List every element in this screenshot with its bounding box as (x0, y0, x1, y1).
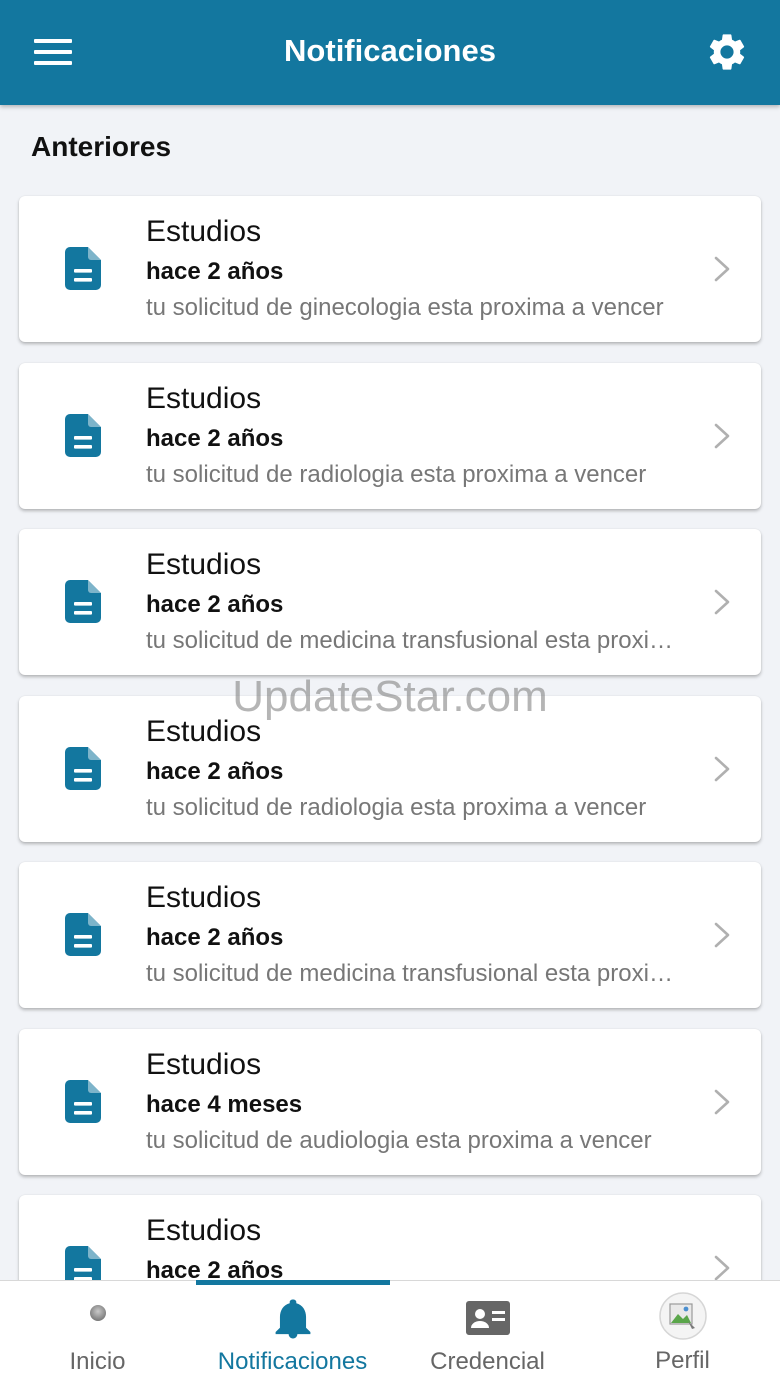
app-header: Notificaciones (0, 0, 780, 105)
notification-time: hace 2 años (146, 924, 284, 951)
chevron-right-icon (714, 922, 730, 948)
notification-card[interactable]: Estudios hace 4 meses tu solicitud de au… (19, 1028, 761, 1175)
nav-label-perfil: Perfil (655, 1347, 710, 1374)
notification-title: Estudios (146, 1047, 262, 1081)
nav-item-credencial[interactable]: Credencial (390, 1281, 585, 1387)
notification-time: hace 2 años (146, 591, 284, 618)
chevron-right-icon (714, 1255, 730, 1281)
notification-title: Estudios (146, 215, 262, 248)
notification-card[interactable]: Estudios hace 2 años tu solicitud de med… (19, 862, 761, 1008)
bottom-nav: Inicio Notificaciones Credencial Perfil (0, 1280, 780, 1387)
notification-message: tu solicitud de radiologia esta proxima … (146, 460, 647, 488)
chevron-right-icon (714, 256, 730, 282)
notification-card[interactable]: Estudios hace 2 años tu solicitud de gin… (19, 196, 761, 342)
id-card-icon (465, 1301, 510, 1335)
notification-time: hace 4 meses (146, 1090, 303, 1118)
notification-card[interactable]: Estudios hace 2 años tu solicitud de rad… (19, 362, 761, 509)
nav-item-perfil[interactable]: Perfil (585, 1281, 780, 1387)
chevron-right-icon (714, 589, 730, 615)
notification-time: hace 2 años (146, 424, 284, 452)
nav-item-inicio[interactable]: Inicio (0, 1281, 195, 1387)
notification-message: tu solicitud de radiologia esta proxima … (146, 793, 647, 821)
notification-time: hace 2 años (146, 258, 284, 285)
notification-card[interactable]: Estudios hace 2 años tu solicitud de med… (19, 529, 761, 675)
nav-label-credencial: Credencial (430, 1348, 545, 1375)
notification-message: tu solicitud de medicina transfusional e… (146, 627, 691, 654)
avatar-icon (658, 1292, 707, 1340)
notification-list: Estudios hace 2 años tu solicitud de gin… (19, 196, 761, 1362)
notification-message: tu solicitud de ginecologia esta proxima… (146, 294, 664, 321)
document-icon (65, 247, 101, 290)
notification-title: Estudios (146, 548, 262, 581)
page-title: Notificaciones (284, 33, 496, 68)
nav-label-inicio: Inicio (69, 1348, 126, 1375)
notification-title: Estudios (146, 714, 262, 748)
notification-message: tu solicitud de medicina transfusional e… (146, 960, 691, 987)
nav-label-notificaciones: Notificaciones (217, 1348, 368, 1375)
nav-item-notificaciones[interactable]: Notificaciones (195, 1281, 390, 1387)
home-logo-icon (79, 1305, 116, 1332)
notification-time: hace 2 años (146, 757, 284, 785)
notification-title: Estudios (146, 881, 262, 914)
bell-icon (275, 1299, 310, 1339)
notification-title: Estudios (146, 381, 262, 415)
document-icon (65, 746, 101, 790)
document-icon (65, 413, 101, 457)
notification-card[interactable]: Estudios hace 2 años tu solicitud de rad… (19, 695, 761, 842)
chevron-right-icon (714, 1089, 730, 1114)
document-icon (65, 1079, 101, 1123)
document-icon (65, 913, 101, 956)
chevron-right-icon (714, 423, 730, 448)
gear-icon[interactable] (705, 30, 749, 74)
notification-title: Estudios (146, 1214, 262, 1247)
chevron-right-icon (714, 756, 730, 781)
notification-message: tu solicitud de audiologia esta proxima … (146, 1126, 652, 1154)
section-title: Anteriores (31, 131, 172, 162)
document-icon (65, 580, 101, 623)
